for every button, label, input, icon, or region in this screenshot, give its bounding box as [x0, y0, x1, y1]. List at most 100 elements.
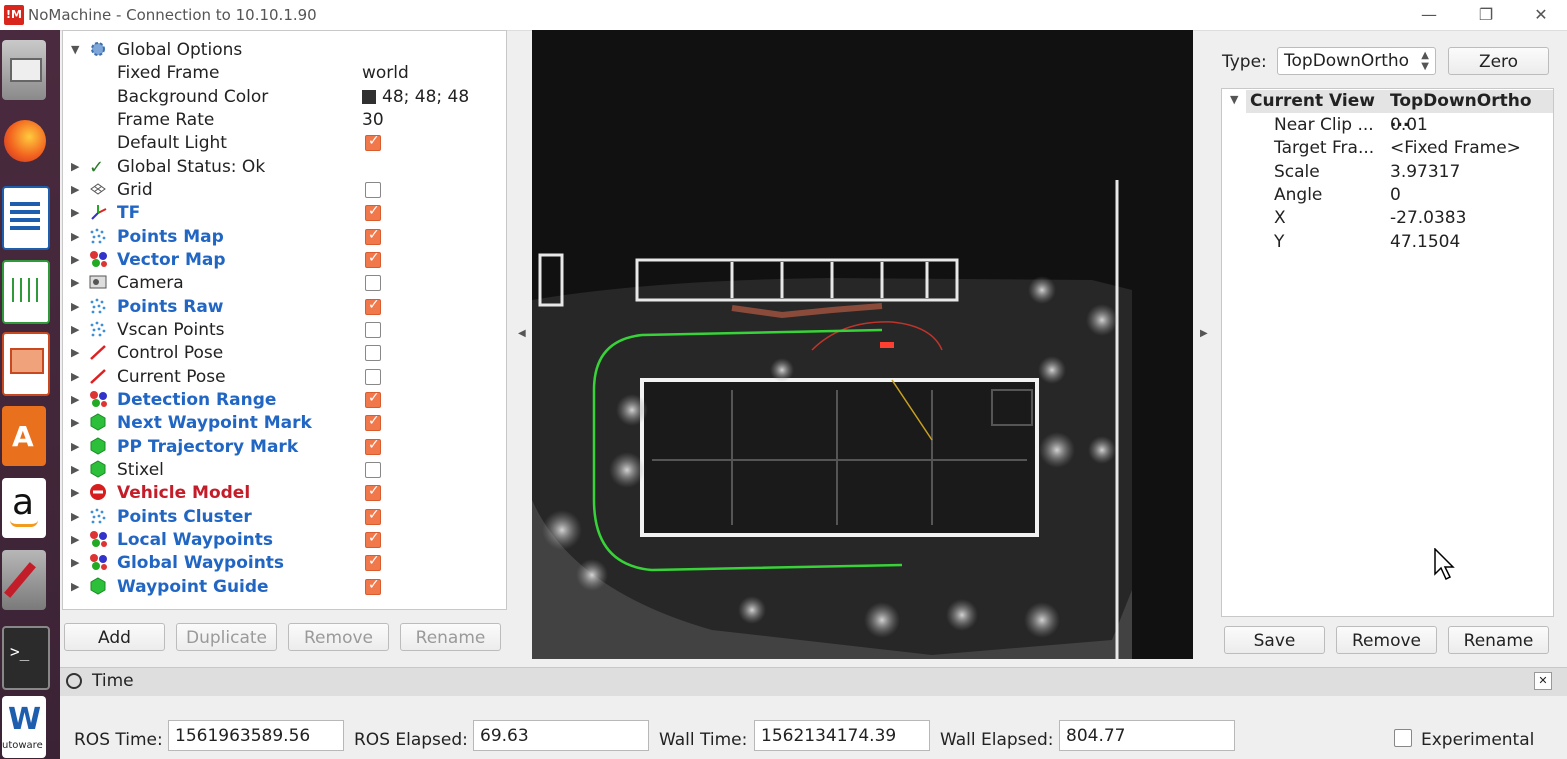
collapse-arrow-icon[interactable]: ▶ — [71, 463, 79, 476]
terminal-icon[interactable]: >_ — [2, 626, 50, 690]
display-item[interactable]: ▶ PP Trajectory Mark — [63, 436, 491, 459]
firefox-icon[interactable] — [2, 112, 46, 172]
collapse-arrow-icon[interactable]: ▶ — [71, 416, 79, 429]
close-time-panel-icon[interactable]: ✕ — [1534, 672, 1552, 690]
collapse-arrow-icon[interactable]: ▶ — [71, 346, 79, 359]
expand-arrow-icon[interactable]: ▼ — [1230, 93, 1238, 106]
restore-button[interactable]: ❐ — [1471, 4, 1501, 26]
display-enable-checkbox[interactable] — [365, 297, 381, 315]
display-enable-checkbox[interactable] — [365, 345, 381, 362]
property-value[interactable]: 48; 48; 48 — [362, 87, 469, 107]
display-item[interactable]: ▶ Next Waypoint Mark — [63, 412, 491, 435]
zero-view-button[interactable]: Zero — [1448, 47, 1549, 75]
calc-icon[interactable] — [2, 260, 50, 324]
view-property-value[interactable]: 47.1504 — [1390, 232, 1460, 252]
collapse-arrow-icon[interactable]: ▶ — [71, 230, 79, 243]
wall-elapsed-field[interactable]: 804.77 — [1059, 720, 1235, 751]
duplicate-display-button[interactable]: Duplicate — [176, 623, 277, 651]
display-enable-checkbox[interactable] — [365, 181, 381, 198]
current-view-row[interactable]: ▼ Current View TopDownOrtho ... — [1230, 90, 1553, 131]
display-item[interactable]: ▶ Vehicle Model — [63, 482, 491, 505]
view-property-row[interactable]: Near Clip ... 0.01 — [1222, 114, 1553, 137]
display-item[interactable]: ▶ Detection Range — [63, 389, 491, 412]
view-property-row[interactable]: Scale 3.97317 — [1222, 161, 1553, 184]
collapse-arrow-icon[interactable]: ▶ — [71, 253, 79, 266]
collapse-arrow-icon[interactable]: ▶ — [71, 393, 79, 406]
property-row[interactable]: Frame Rate 30 — [63, 109, 491, 132]
expand-arrow-icon[interactable]: ▼ — [71, 43, 79, 56]
collapse-arrow-icon[interactable]: ▶ — [71, 556, 79, 569]
view-property-row[interactable]: X -27.0383 — [1222, 207, 1553, 230]
display-enable-checkbox[interactable] — [365, 530, 381, 548]
display-item[interactable]: ▶ Control Pose — [63, 342, 491, 365]
display-item[interactable]: ▼ Global Options — [63, 39, 491, 62]
display-enable-checkbox[interactable] — [365, 553, 381, 572]
render-viewport[interactable] — [532, 30, 1193, 659]
add-display-button[interactable]: Add — [64, 623, 165, 651]
display-enable-checkbox[interactable] — [365, 275, 381, 292]
display-enable-checkbox[interactable] — [365, 227, 381, 245]
display-item[interactable]: ▶ Points Raw — [63, 296, 491, 319]
property-value[interactable]: world — [362, 63, 409, 83]
view-property-value[interactable]: 0 — [1390, 185, 1401, 205]
view-property-row[interactable]: Target Fra... <Fixed Frame> — [1222, 137, 1553, 160]
ros-time-field[interactable]: 1561963589.56 — [168, 720, 344, 751]
property-value[interactable]: 30 — [362, 110, 384, 130]
view-property-row[interactable]: Y 47.1504 — [1222, 231, 1553, 254]
collapse-right-arrow-icon[interactable]: ▶ — [1200, 328, 1208, 339]
view-property-value[interactable]: -27.0383 — [1390, 208, 1466, 228]
collapse-arrow-icon[interactable]: ▶ — [71, 160, 79, 173]
display-enable-checkbox[interactable] — [365, 321, 381, 338]
collapse-arrow-icon[interactable]: ▶ — [71, 323, 79, 336]
view-type-select[interactable]: TopDownOrtho ▲ ▼ — [1277, 47, 1436, 75]
display-enable-checkbox[interactable] — [365, 390, 381, 408]
display-enable-checkbox[interactable] — [365, 507, 381, 525]
writer-icon[interactable] — [2, 186, 50, 250]
collapse-arrow-icon[interactable]: ▶ — [71, 580, 79, 593]
collapse-arrow-icon[interactable]: ▶ — [71, 486, 79, 499]
view-property-value[interactable]: 3.97317 — [1390, 162, 1460, 182]
display-item[interactable]: ▶ Grid — [63, 179, 491, 202]
display-item[interactable]: ▶ Local Waypoints — [63, 529, 491, 552]
display-enable-checkbox[interactable] — [365, 483, 381, 502]
display-item[interactable]: ▶ Waypoint Guide — [63, 576, 491, 599]
rename-display-button[interactable]: Rename — [400, 623, 501, 651]
display-item[interactable]: ▶ TF — [63, 202, 491, 225]
display-enable-checkbox[interactable] — [365, 461, 381, 478]
impress-icon[interactable] — [2, 332, 50, 396]
remove-display-button[interactable]: Remove — [288, 623, 389, 651]
display-enable-checkbox[interactable] — [365, 203, 381, 222]
display-item[interactable]: ▶ Vscan Points — [63, 319, 491, 342]
display-enable-checkbox[interactable] — [365, 437, 381, 455]
close-window-button[interactable]: ✕ — [1526, 4, 1556, 26]
collapse-arrow-icon[interactable]: ▶ — [71, 510, 79, 523]
wall-time-field[interactable]: 1562134174.39 — [754, 720, 930, 751]
collapse-arrow-icon[interactable]: ▶ — [71, 300, 79, 313]
remove-view-button[interactable]: Remove — [1336, 626, 1437, 654]
collapse-arrow-icon[interactable]: ▶ — [71, 183, 79, 196]
property-row[interactable]: Background Color 48; 48; 48 — [63, 86, 491, 109]
display-enable-checkbox[interactable] — [365, 368, 381, 385]
collapse-arrow-icon[interactable]: ▶ — [71, 440, 79, 453]
display-enable-checkbox[interactable] — [365, 577, 381, 595]
software-center-icon[interactable]: A — [2, 406, 46, 466]
display-enable-checkbox[interactable] — [365, 133, 381, 152]
collapse-arrow-icon[interactable]: ▶ — [71, 533, 79, 546]
rename-view-button[interactable]: Rename — [1448, 626, 1549, 654]
minimize-button[interactable]: — — [1414, 4, 1444, 26]
display-enable-checkbox[interactable] — [365, 250, 381, 268]
autoware-icon[interactable]: W utoware — [2, 696, 46, 758]
color-swatch[interactable] — [362, 89, 376, 104]
amazon-icon[interactable]: a — [2, 478, 46, 538]
experimental-checkbox[interactable] — [1394, 729, 1412, 747]
collapse-arrow-icon[interactable]: ▶ — [71, 370, 79, 383]
view-property-row[interactable]: Angle 0 — [1222, 184, 1553, 207]
save-view-button[interactable]: Save — [1224, 626, 1325, 654]
collapse-arrow-icon[interactable]: ▶ — [71, 276, 79, 289]
ros-elapsed-field[interactable]: 69.63 — [473, 720, 649, 751]
view-property-value[interactable]: <Fixed Frame> — [1390, 138, 1521, 158]
display-item[interactable]: ▶ Camera — [63, 272, 491, 295]
display-item[interactable]: ▶ Current Pose — [63, 366, 491, 389]
display-item[interactable]: ▶ Vector Map — [63, 249, 491, 272]
view-property-value[interactable]: 0.01 — [1390, 115, 1428, 135]
